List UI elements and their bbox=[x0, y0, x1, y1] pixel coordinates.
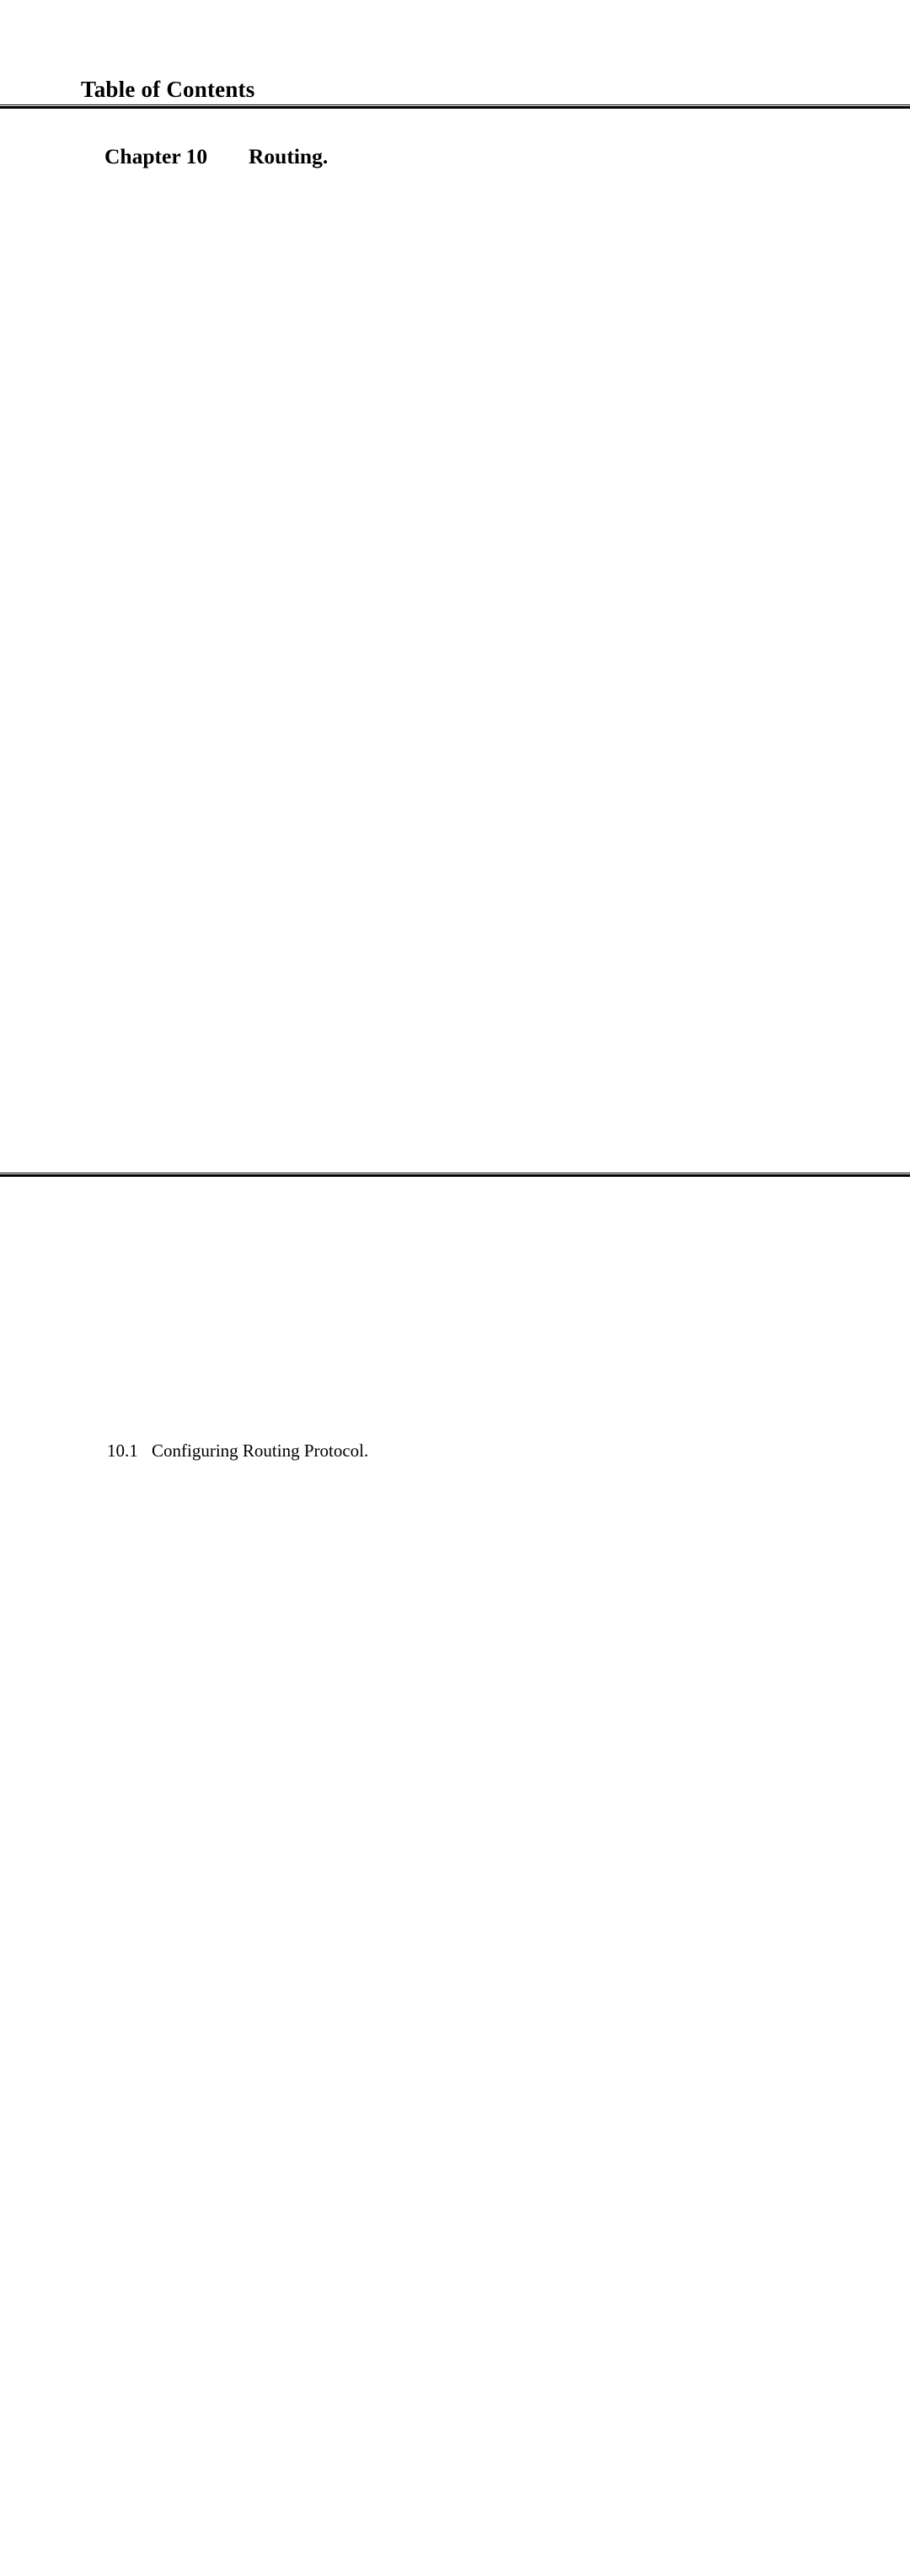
dot-leader bbox=[364, 1438, 371, 1463]
section-title: Configuring Routing Protocol bbox=[152, 1440, 364, 1461]
header-rule bbox=[0, 104, 910, 109]
footer-rule-thick bbox=[0, 1174, 910, 1177]
toc-section-row[interactable]: 10.1 Configuring Routing Protocol 62 bbox=[0, 1438, 910, 2576]
section-number: 10.1 bbox=[107, 1440, 138, 1461]
dot-leader bbox=[323, 143, 329, 169]
chapter-number: Chapter 10 bbox=[104, 144, 208, 168]
page-number: 62 bbox=[329, 143, 910, 1431]
table-of-contents: Chapter 10Routing6210.1Configuring Routi… bbox=[0, 118, 910, 2576]
toc-chapter-row[interactable]: Chapter 10 Routing62 bbox=[0, 143, 910, 1431]
footer-rule bbox=[0, 1173, 910, 1177]
page-number: 62 bbox=[371, 1438, 910, 2576]
toc-page: Table of Contents Chapter 10 Routing62 10.… bbox=[0, 0, 910, 1461]
header-rule-thick bbox=[0, 106, 910, 109]
page-title: Table of Contents bbox=[81, 77, 255, 102]
chapter-title: Routing bbox=[249, 144, 323, 168]
